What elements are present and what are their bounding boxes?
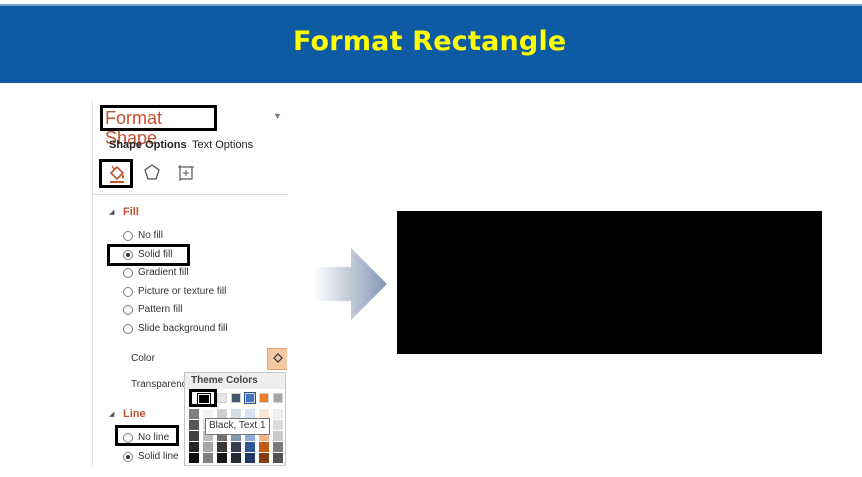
color-swatch[interactable] [203, 453, 213, 463]
color-swatch[interactable] [273, 393, 283, 403]
color-label: Color [131, 353, 155, 364]
color-swatch[interactable] [231, 393, 241, 403]
option-label: Solid line [138, 451, 179, 462]
option-label: Pattern fill [138, 304, 183, 315]
title-banner: Format Rectangle [0, 4, 862, 83]
paint-bucket-icon [273, 353, 283, 363]
fill-line-tab[interactable] [99, 159, 133, 188]
color-swatch[interactable] [189, 453, 199, 463]
color-swatch[interactable] [189, 442, 199, 452]
theme-colors-title: Theme Colors [185, 373, 285, 389]
color-swatch[interactable] [259, 453, 269, 463]
tab-shape-options[interactable]: Shape Options [109, 139, 187, 151]
fill-heading[interactable]: Fill [123, 206, 139, 218]
selected-swatch-highlight[interactable] [189, 389, 217, 407]
color-swatch[interactable] [189, 420, 199, 430]
black-swatch [197, 393, 211, 405]
option-label: Gradient fill [138, 267, 189, 278]
solid-fill-highlight [107, 244, 190, 266]
tab-text-options[interactable]: Text Options [192, 139, 253, 151]
radio-gradient-fill[interactable] [123, 268, 133, 278]
collapse-triangle-icon[interactable]: ◢ [109, 410, 114, 418]
color-swatch[interactable] [189, 409, 199, 419]
radio-pattern-fill[interactable] [123, 305, 133, 315]
slide-title: Format Rectangle [293, 26, 567, 57]
radio-picture-fill[interactable] [123, 287, 133, 297]
color-swatch[interactable] [245, 442, 255, 452]
color-swatch[interactable] [231, 442, 241, 452]
color-swatch[interactable] [244, 392, 256, 404]
divider [93, 194, 287, 195]
color-swatch[interactable] [273, 409, 283, 419]
color-swatch[interactable] [189, 431, 199, 441]
color-swatch[interactable] [217, 453, 227, 463]
option-label: Slide background fill [138, 323, 228, 334]
collapse-triangle-icon[interactable]: ◢ [109, 208, 114, 216]
radio-no-fill[interactable] [123, 231, 133, 241]
option-label: Picture or texture fill [138, 286, 227, 297]
transparency-label: Transparenc [131, 379, 187, 390]
fill-line-icon [109, 165, 125, 183]
color-swatch[interactable] [203, 442, 213, 452]
radio-solid-line[interactable] [123, 452, 133, 462]
color-swatch[interactable] [259, 442, 269, 452]
color-swatch[interactable] [217, 393, 227, 403]
color-swatch[interactable] [273, 453, 283, 463]
color-swatch[interactable] [273, 431, 283, 441]
formatted-rectangle [397, 211, 822, 354]
pane-title: Format Shape [100, 105, 217, 148]
size-properties-icon[interactable] [177, 164, 195, 182]
no-line-highlight [115, 425, 179, 446]
color-swatch[interactable] [259, 393, 269, 403]
color-swatch[interactable] [245, 453, 255, 463]
effects-icon[interactable] [143, 163, 161, 181]
fill-color-button[interactable] [267, 348, 287, 370]
color-swatch[interactable] [273, 442, 283, 452]
color-swatch[interactable] [231, 453, 241, 463]
right-arrow-icon [313, 248, 387, 320]
pane-options-icon[interactable]: ▼ [273, 111, 282, 121]
color-tooltip: Black, Text 1 [205, 418, 270, 435]
color-swatch[interactable] [273, 420, 283, 430]
radio-slide-background-fill[interactable] [123, 324, 133, 334]
line-heading[interactable]: Line [123, 408, 146, 420]
option-label: No fill [138, 230, 164, 241]
color-swatch[interactable] [217, 442, 227, 452]
